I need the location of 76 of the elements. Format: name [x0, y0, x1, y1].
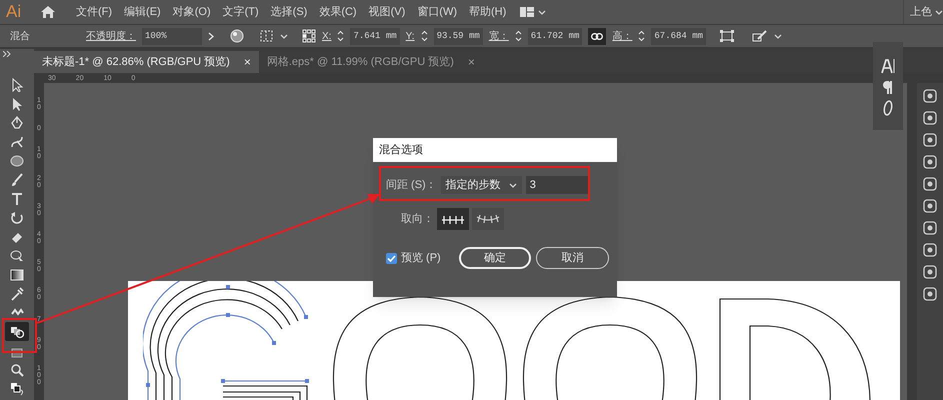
- spacing-label: 间距 (S)：: [386, 178, 437, 193]
- eyedropper-icon: [10, 286, 24, 300]
- app-logo: Ai: [6, 1, 22, 24]
- tab-label: 未标题-1* @ 62.86% (RGB/GPU 预览): [42, 54, 230, 70]
- height-label: 高：: [612, 30, 632, 44]
- align-to-page-button[interactable]: [437, 208, 469, 230]
- spinner-icon[interactable]: [638, 30, 646, 42]
- close-button[interactable]: ×: [244, 53, 251, 71]
- layout-icon[interactable]: [520, 7, 534, 17]
- workspace-label[interactable]: 上色: [910, 4, 932, 20]
- align-to-path-button[interactable]: [472, 208, 504, 230]
- reference-point-icon[interactable]: [302, 29, 316, 43]
- home-icon[interactable]: [40, 5, 56, 19]
- ok-button[interactable]: 确定: [459, 247, 531, 269]
- spinner-icon[interactable]: [337, 30, 344, 42]
- y-field[interactable]: 93.59 mm: [434, 28, 483, 44]
- constrain-proportions-button[interactable]: [588, 28, 606, 44]
- menu-item[interactable]: 窗口(W): [411, 4, 463, 20]
- x-label: X:: [322, 30, 332, 44]
- menu-item[interactable]: 编辑(E): [118, 4, 167, 20]
- rotate-icon: [10, 210, 24, 224]
- character-icon[interactable]: [880, 58, 896, 74]
- tab-label: 网格.eps* @ 11.99% (RGB/GPU 预览): [266, 54, 454, 70]
- orientation-label: 取向：: [401, 212, 434, 227]
- highlight-frame: [2, 318, 37, 353]
- paintbrush-icon: [10, 172, 24, 186]
- cancel-button[interactable]: 取消: [536, 247, 609, 269]
- caret-icon[interactable]: [774, 32, 782, 40]
- x-field[interactable]: 7.641 mm: [350, 28, 400, 44]
- y-label: Y:: [406, 30, 415, 44]
- direct-selection-icon: [10, 96, 24, 110]
- object-type-label: 混合: [10, 30, 31, 44]
- spinner-icon[interactable]: [514, 30, 522, 42]
- menu-item[interactable]: 选择(S): [264, 4, 314, 20]
- lasso-icon: [10, 248, 24, 262]
- blend-icon: [10, 324, 24, 338]
- swap-colors-icon: [10, 382, 24, 396]
- recolor-icon[interactable]: [230, 29, 244, 43]
- menu-item[interactable]: 对象(O): [166, 4, 217, 20]
- straight-steps-icon: [441, 213, 465, 225]
- preview-label: 预览 (P): [401, 250, 442, 266]
- menu-item[interactable]: 文件(F): [70, 4, 118, 20]
- paragraph-icon[interactable]: [882, 80, 894, 94]
- caret-icon: [508, 182, 517, 188]
- collapse-icon[interactable]: [3, 51, 11, 57]
- steps-field[interactable]: 3: [526, 176, 589, 194]
- spacing-dropdown[interactable]: 指定的步数: [440, 176, 522, 194]
- zoom-icon: [10, 362, 24, 376]
- chevron-icon[interactable]: [208, 32, 214, 40]
- selection-icon: [10, 78, 24, 92]
- caret-icon[interactable]: [280, 32, 288, 40]
- document-tab[interactable]: 未标题-1* @ 62.86% (RGB/GPU 预览) ×: [34, 51, 259, 73]
- pen-icon: [10, 116, 24, 130]
- curvature-icon: [10, 134, 24, 148]
- caret-icon[interactable]: [538, 8, 546, 16]
- preview-checkbox[interactable]: [386, 252, 397, 264]
- menu-item[interactable]: 视图(V): [362, 4, 412, 20]
- width-field[interactable]: 61.702 mm: [528, 28, 582, 44]
- opacity-label: 不透明度：: [86, 30, 136, 44]
- curved-steps-icon: [476, 213, 500, 225]
- ellipse-icon: [10, 154, 24, 168]
- width-label: 宽：: [488, 30, 509, 44]
- type-icon: [10, 192, 24, 206]
- opacity-field[interactable]: 100%: [142, 28, 202, 44]
- close-button[interactable]: ×: [468, 53, 475, 71]
- menu-item[interactable]: 帮助(H): [463, 4, 512, 20]
- edit-icon[interactable]: [752, 29, 768, 43]
- caret-icon[interactable]: [935, 8, 943, 16]
- menu-item[interactable]: 效果(C): [313, 4, 363, 20]
- menu-item[interactable]: 文字(T): [216, 4, 265, 20]
- spinner-icon[interactable]: [420, 30, 428, 42]
- height-field[interactable]: 67.684 mm: [651, 28, 706, 44]
- opentype-icon[interactable]: [882, 100, 894, 116]
- dialog-title: 混合选项: [379, 142, 423, 158]
- link-icon: [591, 32, 604, 40]
- blend-tool-button[interactable]: [5, 322, 29, 341]
